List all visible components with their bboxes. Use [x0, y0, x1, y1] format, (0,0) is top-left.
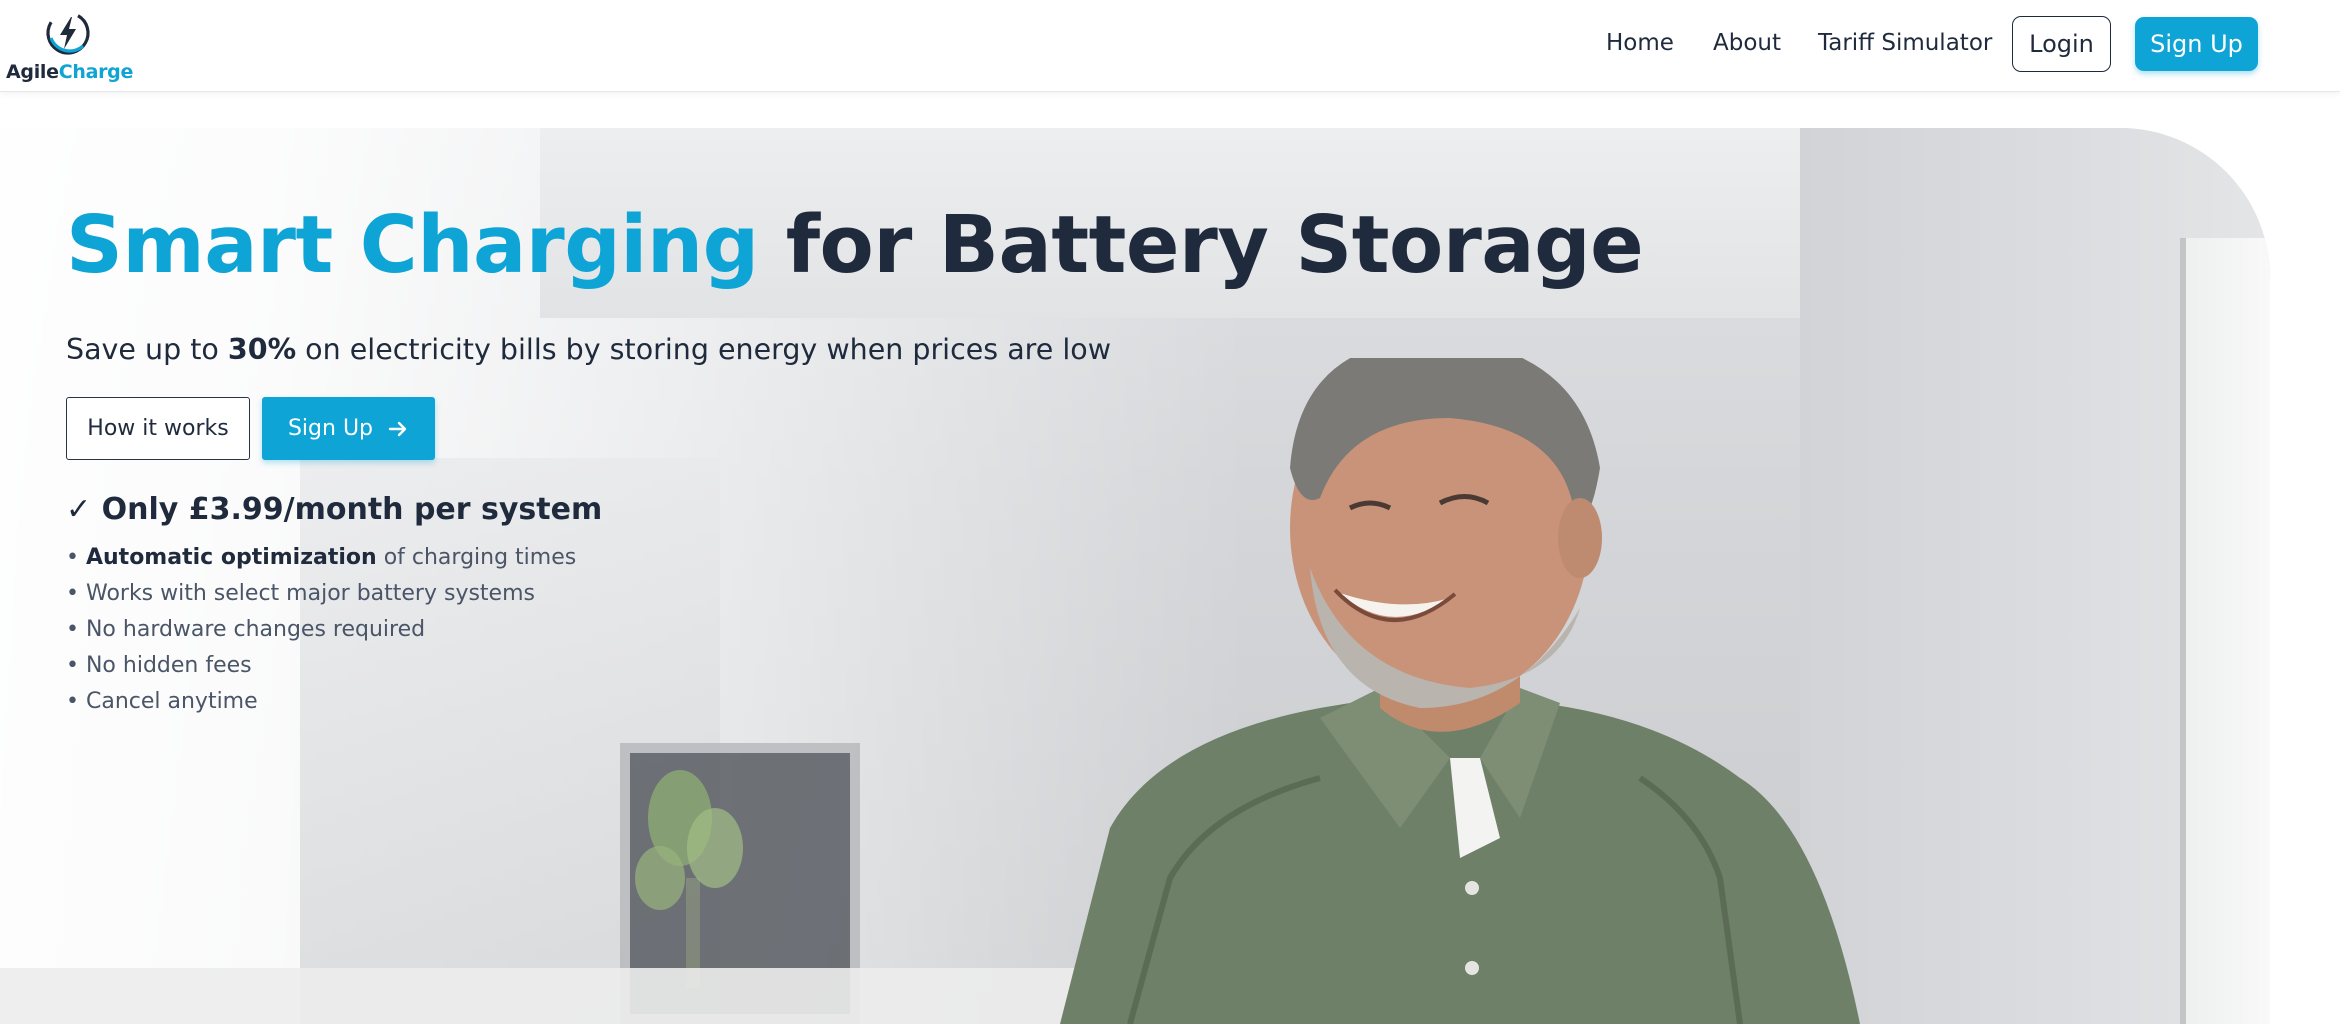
bullet: •	[66, 653, 79, 678]
feature-item: • No hidden fees	[66, 651, 576, 687]
bullet: •	[66, 581, 79, 606]
hero-signup-button[interactable]: Sign Up	[262, 397, 435, 460]
bullet: •	[66, 689, 79, 714]
brand-name: AgileCharge	[6, 61, 134, 83]
nav-about-link[interactable]: About	[1713, 30, 1781, 56]
arrow-right-icon	[388, 421, 407, 436]
brand-logo[interactable]: AgileCharge	[6, 6, 133, 84]
pricing-text: Only £3.99/month per system	[101, 492, 603, 527]
brand-name-part1: Agile	[6, 61, 59, 83]
feature-list: • Automatic optimization of charging tim…	[66, 543, 576, 723]
lightning-bolt-icon	[46, 11, 90, 55]
feature-text: Cancel anytime	[78, 689, 258, 714]
hero-subtitle-percent: 30%	[227, 333, 297, 366]
smiling-man-photo	[1060, 358, 1860, 1024]
feature-bold: Automatic optimization	[85, 545, 377, 570]
header-signup-button[interactable]: Sign Up	[2135, 17, 2258, 71]
hero-background-window	[2180, 238, 2270, 1024]
nav-tariff-simulator-link[interactable]: Tariff Simulator	[1818, 30, 1992, 56]
how-it-works-button[interactable]: How it works	[66, 397, 250, 460]
hero-subtitle-pre: Save up to	[66, 333, 228, 366]
hero-signup-label: Sign Up	[287, 416, 374, 441]
check-icon: ✓	[66, 492, 92, 527]
feature-text: of charging times	[376, 545, 577, 570]
feature-item: • Works with select major battery system…	[66, 579, 576, 615]
hero-title: Smart Charging for Battery Storage	[66, 206, 1644, 285]
hero-subtitle-post: on electricity bills by storing energy w…	[296, 333, 1112, 366]
feature-item: • Cancel anytime	[66, 687, 576, 723]
pricing-line: ✓ Only £3.99/month per system	[66, 492, 602, 527]
brand-name-part2: Charge	[58, 61, 134, 83]
bullet: •	[66, 617, 79, 642]
site-header: AgileCharge Home About Tariff Simulator …	[0, 0, 2340, 92]
hero-subtitle: Save up to 30% on electricity bills by s…	[66, 333, 1111, 366]
nav-home-link[interactable]: Home	[1606, 30, 1674, 56]
hero-background-counter	[0, 968, 1100, 1024]
hero-title-rest: for Battery Storage	[785, 199, 1644, 291]
login-button[interactable]: Login	[2012, 16, 2111, 72]
bullet: •	[66, 545, 79, 570]
hero-section: Smart Charging for Battery Storage Save …	[0, 128, 2270, 1024]
feature-item: • No hardware changes required	[66, 615, 576, 651]
plant-illustration	[635, 770, 743, 988]
feature-item: • Automatic optimization of charging tim…	[66, 543, 576, 579]
feature-text: No hidden fees	[78, 653, 252, 678]
feature-text: Works with select major battery systems	[78, 581, 535, 606]
hero-title-accent: Smart Charging	[66, 199, 759, 291]
feature-text: No hardware changes required	[78, 617, 426, 642]
